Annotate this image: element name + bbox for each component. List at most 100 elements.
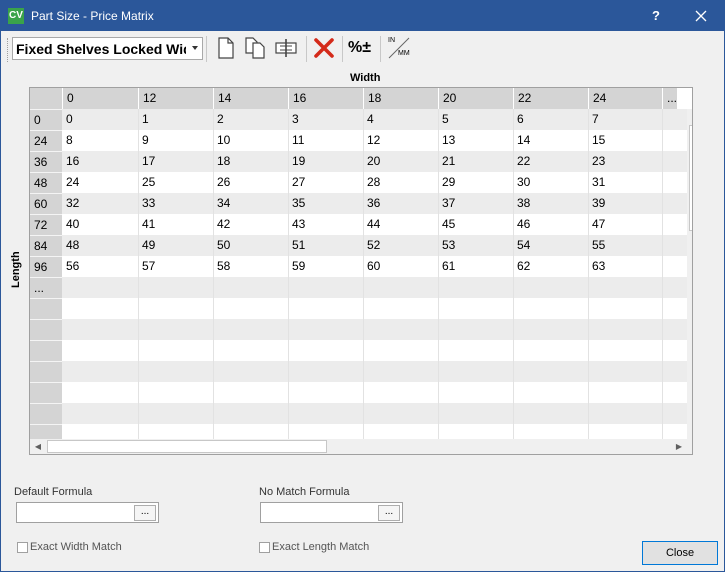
price-cell[interactable] [662,382,687,403]
copy-pages-button[interactable] [243,36,267,60]
price-cell[interactable]: 26 [213,172,288,193]
price-cell[interactable] [662,130,687,151]
length-row-header[interactable]: 96 [30,256,62,277]
price-cell[interactable] [363,319,438,340]
length-row-header[interactable]: 60 [30,193,62,214]
unit-toggle-button[interactable]: IN MM [386,36,412,60]
price-cell[interactable] [588,403,662,424]
price-cell[interactable]: 35 [288,193,363,214]
price-cell[interactable]: 47 [588,214,662,235]
price-cell[interactable] [288,340,363,361]
price-cell[interactable]: 55 [588,235,662,256]
price-cell[interactable] [513,382,588,403]
price-cell[interactable] [138,319,213,340]
price-cell[interactable]: 33 [138,193,213,214]
price-cell[interactable] [662,298,687,319]
price-cell[interactable]: 31 [588,172,662,193]
price-cell[interactable] [288,277,363,298]
price-cell[interactable] [662,235,687,256]
price-cell[interactable]: 7 [588,109,662,130]
price-cell[interactable] [438,361,513,382]
percent-adjust-button[interactable]: %± [348,36,374,60]
horizontal-scroll-thumb[interactable] [47,440,327,453]
price-cell[interactable]: 3 [288,109,363,130]
price-cell[interactable]: 4 [363,109,438,130]
width-column-header[interactable]: 0 [62,88,138,109]
price-cell[interactable]: 45 [438,214,513,235]
price-cell[interactable]: 58 [213,256,288,277]
scroll-left-icon[interactable]: ◀ [30,439,46,454]
price-cell[interactable]: 8 [62,130,138,151]
matrix-selector[interactable]: Fixed Shelves Locked Wid [12,37,203,60]
price-cell[interactable] [213,361,288,382]
price-cell[interactable] [513,319,588,340]
width-column-header[interactable]: 24 [588,88,662,109]
price-cell[interactable]: 19 [288,151,363,172]
price-cell[interactable] [363,277,438,298]
delete-button[interactable] [312,36,336,60]
price-cell[interactable] [662,319,687,340]
price-cell[interactable]: 9 [138,130,213,151]
price-cell[interactable] [662,151,687,172]
price-cell[interactable] [62,340,138,361]
no-match-formula-browse-button[interactable]: ... [378,505,400,521]
price-cell[interactable]: 60 [363,256,438,277]
width-column-header[interactable]: 12 [138,88,213,109]
price-cell[interactable] [662,256,687,277]
price-cell[interactable]: 32 [62,193,138,214]
price-cell[interactable]: 11 [288,130,363,151]
price-cell[interactable]: 56 [62,256,138,277]
price-cell[interactable]: 59 [288,256,363,277]
length-row-header[interactable]: 0 [30,109,62,130]
price-cell[interactable] [363,382,438,403]
price-cell[interactable] [288,403,363,424]
help-button[interactable]: ? [636,4,676,28]
price-cell[interactable]: 61 [438,256,513,277]
price-cell[interactable]: 46 [513,214,588,235]
price-cell[interactable] [363,298,438,319]
price-cell[interactable]: 6 [513,109,588,130]
price-cell[interactable]: 40 [62,214,138,235]
price-cell[interactable] [62,382,138,403]
exact-width-checkbox[interactable] [17,542,28,553]
price-cell[interactable] [662,403,687,424]
price-cell[interactable] [588,361,662,382]
length-row-header[interactable]: 24 [30,130,62,151]
length-row-header[interactable]: 48 [30,172,62,193]
length-row-header[interactable]: 36 [30,151,62,172]
length-row-header[interactable]: ... [30,277,62,298]
price-cell[interactable] [438,319,513,340]
price-cell[interactable] [62,319,138,340]
close-window-button[interactable] [681,4,721,28]
price-cell[interactable] [288,319,363,340]
price-cell[interactable] [288,298,363,319]
price-cell[interactable]: 43 [288,214,363,235]
price-cell[interactable]: 42 [213,214,288,235]
price-cell[interactable] [588,319,662,340]
length-row-header[interactable]: 84 [30,235,62,256]
price-cell[interactable] [138,340,213,361]
default-formula-browse-button[interactable]: ... [134,505,156,521]
price-cell[interactable]: 28 [363,172,438,193]
price-cell[interactable]: 63 [588,256,662,277]
price-cell[interactable]: 18 [213,151,288,172]
price-cell[interactable]: 21 [438,151,513,172]
length-row-header[interactable] [30,403,62,424]
price-cell[interactable] [288,361,363,382]
price-cell[interactable]: 36 [363,193,438,214]
width-column-header[interactable]: 14 [213,88,288,109]
width-column-header[interactable]: 20 [438,88,513,109]
price-cell[interactable] [138,277,213,298]
scroll-right-icon[interactable]: ▶ [671,439,687,454]
column-edit-button[interactable] [274,36,298,60]
price-cell[interactable] [138,403,213,424]
price-cell[interactable]: 22 [513,151,588,172]
price-cell[interactable] [662,340,687,361]
price-cell[interactable]: 10 [213,130,288,151]
price-cell[interactable] [588,277,662,298]
price-cell[interactable] [588,382,662,403]
price-cell[interactable] [363,361,438,382]
price-cell[interactable] [138,382,213,403]
length-row-header[interactable] [30,319,62,340]
price-cell[interactable]: 62 [513,256,588,277]
